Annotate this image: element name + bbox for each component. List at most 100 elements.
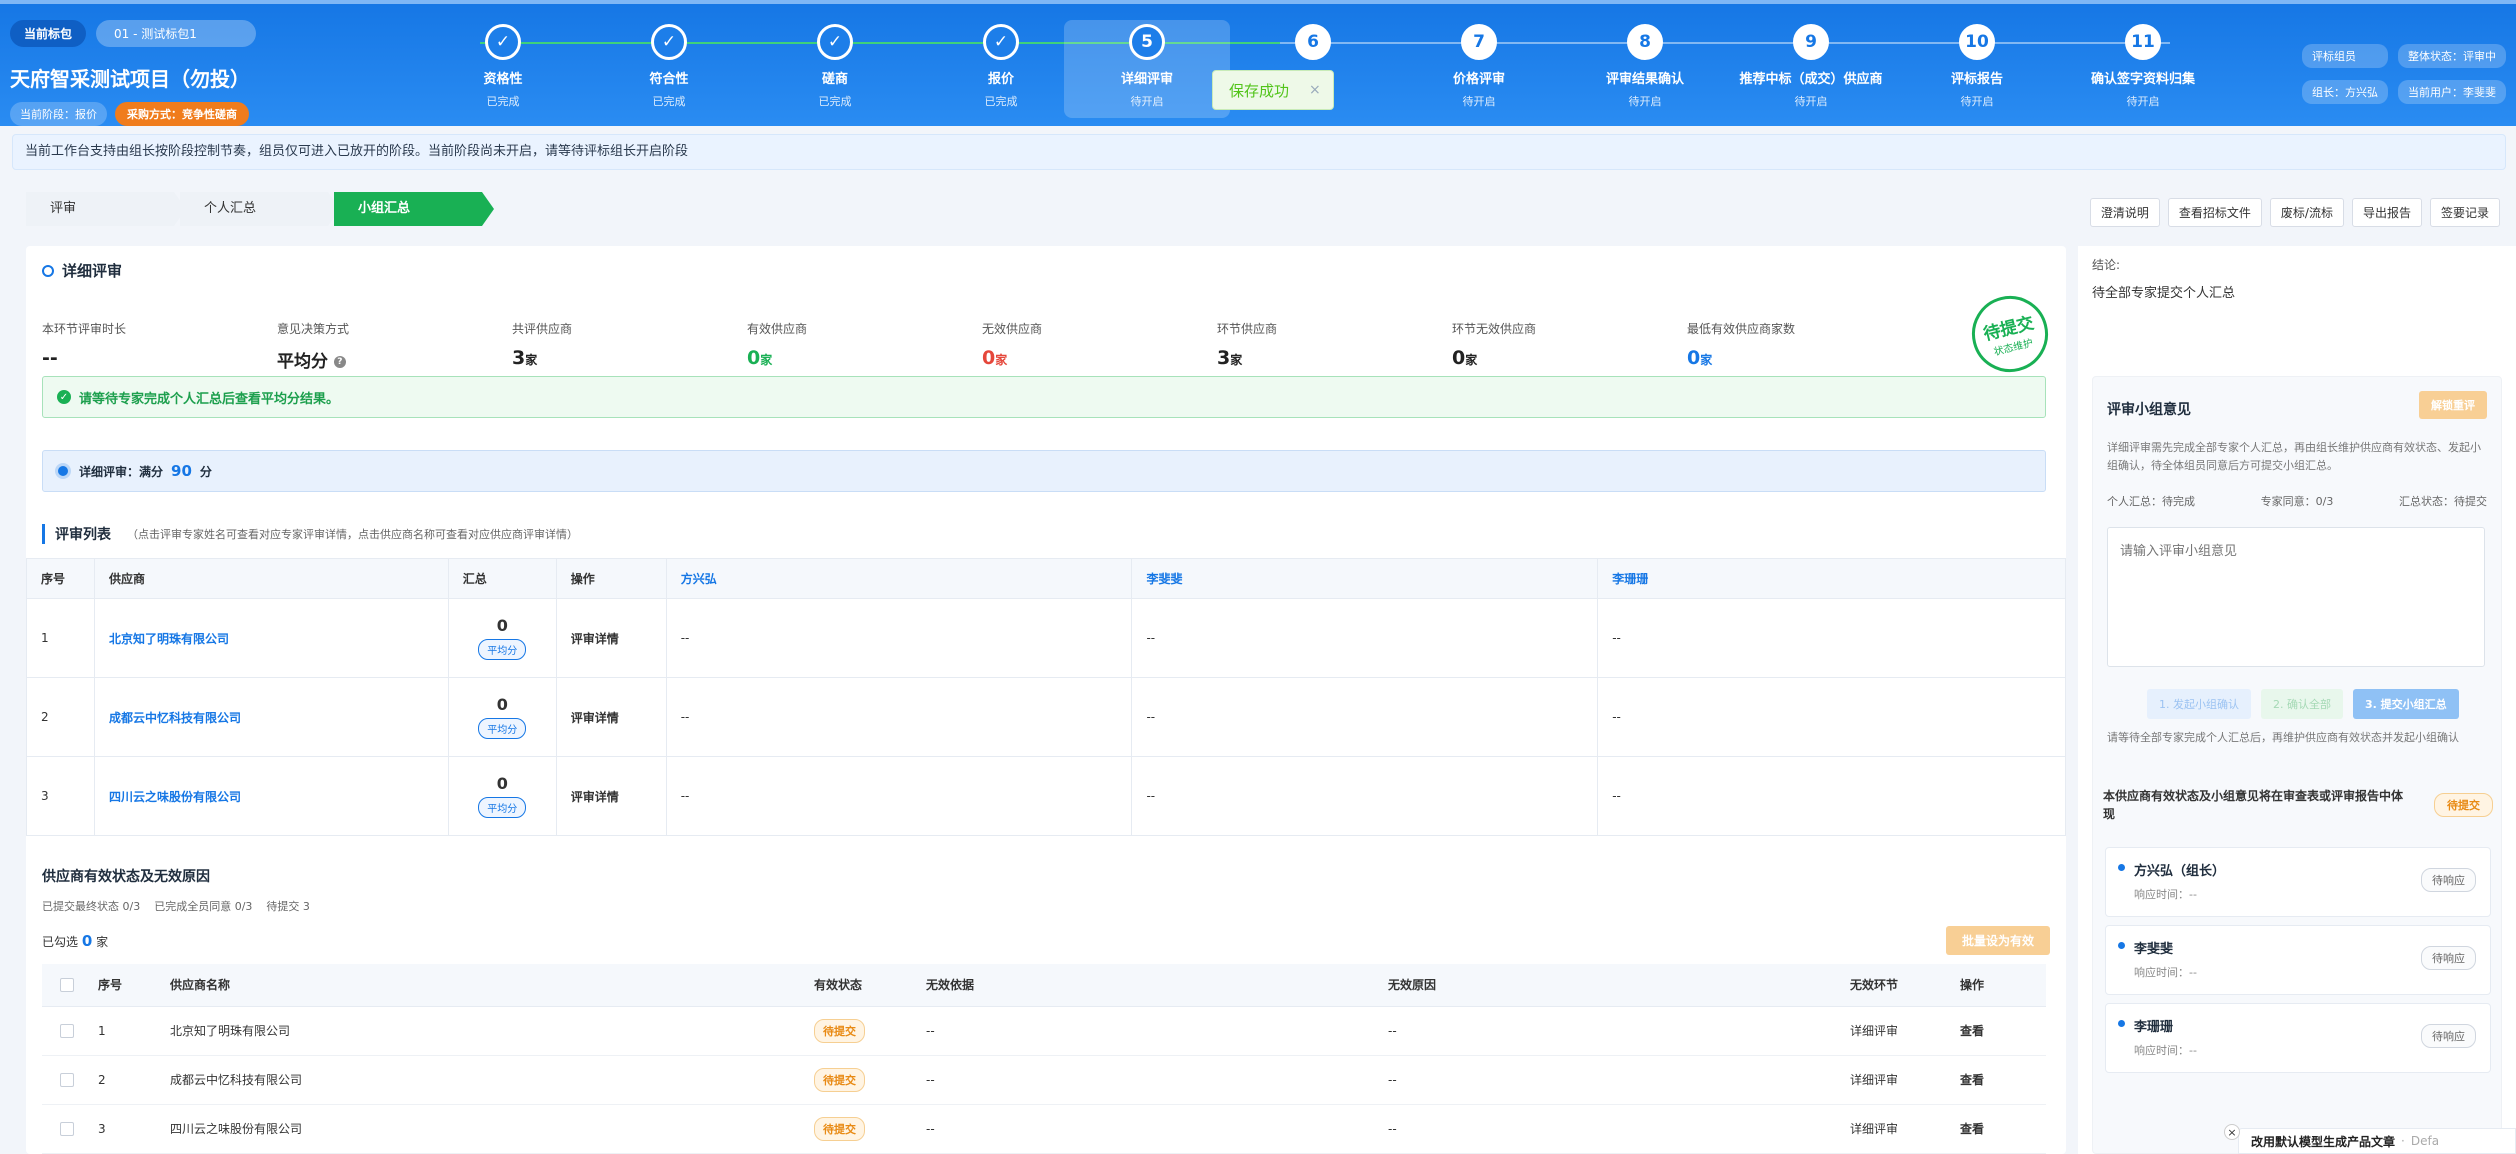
sum-value: 0: [496, 695, 508, 714]
step-7[interactable]: 7 价格评审 待开启: [1396, 20, 1562, 109]
help-icon[interactable]: ?: [333, 356, 346, 368]
abandon-bid-button[interactable]: 废标/流标: [2269, 198, 2344, 227]
circle-icon: [42, 264, 54, 277]
col-expert-2[interactable]: 李斐斐: [1131, 558, 1599, 599]
cell-expert-score: --: [1131, 677, 1599, 757]
bottom-notification[interactable]: 改用默认模型生成产品文章 · Defa: [2238, 1128, 2516, 1154]
group-action-steps: 1. 发起小组确认 2. 确认全部 3. 提交小组汇总: [2147, 689, 2459, 719]
stat-agree: 已完成全员同意 0/3: [154, 900, 253, 913]
view-tender-doc-button[interactable]: 查看招标文件: [2167, 198, 2262, 227]
current-bid-select[interactable]: 01 - 测试标包1: [96, 20, 257, 47]
sign-record-button[interactable]: 签要记录: [2429, 198, 2500, 227]
step-3[interactable]: ✓ 磋商 已完成: [752, 20, 918, 109]
metric-label: 意见决策方式: [277, 322, 350, 336]
sum-value: 0: [496, 774, 508, 793]
step-1[interactable]: ✓ 资格性 已完成: [420, 20, 586, 109]
row-checkbox[interactable]: [42, 1055, 88, 1105]
step-name: 详细评审: [1120, 72, 1173, 87]
review-detail-link[interactable]: 评审详情: [555, 756, 667, 836]
group-opinion-note: 请等待全部专家完成个人汇总后，再维护供应商有效状态并发起小组确认: [2107, 731, 2459, 744]
supplier-link[interactable]: 四川云之味股份有限公司: [93, 756, 449, 836]
metric-label: 共评供应商: [512, 322, 573, 336]
view-link[interactable]: 查看: [1950, 1104, 2046, 1154]
cell-reason: --: [1378, 1006, 1840, 1056]
cell-expert-score: --: [1597, 598, 2066, 678]
member-status: 待响应: [2421, 868, 2476, 892]
select-all-checkbox[interactable]: [42, 964, 88, 1007]
pending-submit-stamp: 待提交 状态维护: [1963, 287, 2057, 381]
metric-valid-suppliers: 有效供应商 0家: [747, 320, 982, 372]
metric-value: 3家: [512, 347, 538, 369]
cell-name: 北京知了明珠有限公司: [160, 1006, 804, 1056]
metrics-row: 本环节评审时长 -- 意见决策方式 平均分 ? 共评供应商 3家 有效供应商 0…: [42, 320, 1922, 372]
status-badge: 待提交: [814, 1067, 865, 1092]
dot-icon: [2118, 864, 2125, 871]
stat-personal: 个人汇总：待完成: [2107, 495, 2195, 508]
batch-set-valid-button[interactable]: 批量设为有效: [1945, 926, 2050, 955]
list-hint: （点击评审专家姓名可查看对应专家评审详情，点击供应商名称可查看对应供应商评审详情…: [127, 528, 578, 541]
row-checkbox[interactable]: [42, 1104, 88, 1154]
review-detail-link[interactable]: 评审详情: [555, 598, 667, 678]
supplier-link[interactable]: 成都云中忆科技有限公司: [93, 677, 449, 757]
start-group-confirm-button[interactable]: 1. 发起小组确认: [2147, 689, 2251, 719]
metric-total-suppliers: 共评供应商 3家: [512, 320, 747, 372]
check-icon: ✓: [651, 24, 687, 60]
metric-stage-suppliers: 环节供应商 3家: [1217, 320, 1452, 372]
step-9[interactable]: 9 推荐中标（成交）供应商 待开启: [1728, 20, 1894, 109]
export-report-button[interactable]: 导出报告: [2351, 198, 2422, 227]
group-opinion-title: 评审小组意见: [2107, 402, 2191, 418]
table-header-row: 序号 供应商名称 有效状态 无效依据 无效原因 无效环节 操作: [42, 964, 2046, 1007]
tab-review[interactable]: 评审: [26, 192, 186, 226]
col-expert-1[interactable]: 方兴弘: [665, 558, 1133, 599]
col-expert-3[interactable]: 李珊珊: [1597, 558, 2066, 599]
current-user-badge: 当前用户：李斐斐: [2398, 80, 2506, 104]
supplier-link[interactable]: 北京知了明珠有限公司: [93, 598, 449, 678]
step-6[interactable]: 6: [1230, 20, 1396, 68]
step-8[interactable]: 8 评审结果确认 待开启: [1562, 20, 1728, 109]
clarification-button[interactable]: 澄清说明: [2089, 198, 2160, 227]
step-11[interactable]: 11 确认签字资料归集 待开启: [2060, 20, 2226, 109]
review-detail-link[interactable]: 评审详情: [555, 677, 667, 757]
step-2[interactable]: ✓ 符合性 已完成: [586, 20, 752, 109]
step-status: 已完成: [486, 95, 520, 108]
avg-tag: 平均分: [478, 797, 527, 818]
cell-stage: 详细评审: [1840, 1055, 1950, 1105]
tab-group-summary[interactable]: 小组汇总: [334, 192, 494, 226]
review-list-title: 评审列表 （点击评审专家姓名可查看对应专家评审详情，点击供应商名称可查看对应供应…: [42, 524, 578, 544]
metric-label: 本环节评审时长: [42, 322, 127, 336]
close-icon[interactable]: ×: [1309, 82, 1321, 98]
dot-icon: [2118, 942, 2125, 949]
step-name: 价格评审: [1452, 72, 1505, 87]
row-checkbox[interactable]: [42, 1006, 88, 1056]
view-link[interactable]: 查看: [1950, 1006, 2046, 1056]
notification-suffix: Defa: [2410, 1134, 2440, 1148]
step-number: 11: [2125, 24, 2161, 60]
section-title: 详细评审: [62, 262, 123, 280]
check-icon: ✓: [817, 24, 853, 60]
submit-group-summary-button[interactable]: 3. 提交小组汇总: [2353, 689, 2459, 719]
member-card: 李珊珊 响应时间：-- 待响应: [2105, 1003, 2491, 1073]
view-link[interactable]: 查看: [1950, 1055, 2046, 1105]
conclusion-label: 结论:: [2092, 258, 2121, 272]
stat-summary: 汇总状态：待提交: [2398, 495, 2487, 508]
unlock-review-button[interactable]: 解锁重评: [2419, 391, 2487, 419]
dot-icon: [2118, 1020, 2125, 1027]
step-10[interactable]: 10 评标报告 待开启: [1894, 20, 2060, 109]
cell-stage: 详细评审: [1840, 1104, 1950, 1154]
member-status: 待响应: [2421, 946, 2476, 970]
project-info: 当前标包 01 - 测试标包1 天府智采测试项目（勿投） 当前阶段：报价 采购方…: [10, 20, 257, 126]
tab-personal-summary[interactable]: 个人汇总: [180, 192, 340, 226]
confirm-all-button[interactable]: 2. 确认全部: [2261, 689, 2343, 719]
close-icon[interactable]: ×: [2224, 1124, 2240, 1140]
step-5[interactable]: 5 详细评审 待开启: [1064, 20, 1230, 118]
col-stage: 无效环节: [1840, 964, 1950, 1007]
step-name: 资格性: [483, 72, 523, 87]
score-label: 详细评审：满分: [79, 464, 164, 479]
step-number: 6: [1295, 24, 1331, 60]
leader-badge: 组长：方兴弘: [2302, 80, 2388, 104]
group-opinion-input[interactable]: [2107, 527, 2485, 667]
step-4[interactable]: ✓ 报价 已完成: [918, 20, 1084, 109]
cell-expert-score: --: [1131, 598, 1599, 678]
member-card: 李斐斐 响应时间：-- 待响应: [2105, 925, 2491, 995]
full-score-bar: 详细评审：满分 90 分: [42, 450, 2046, 492]
